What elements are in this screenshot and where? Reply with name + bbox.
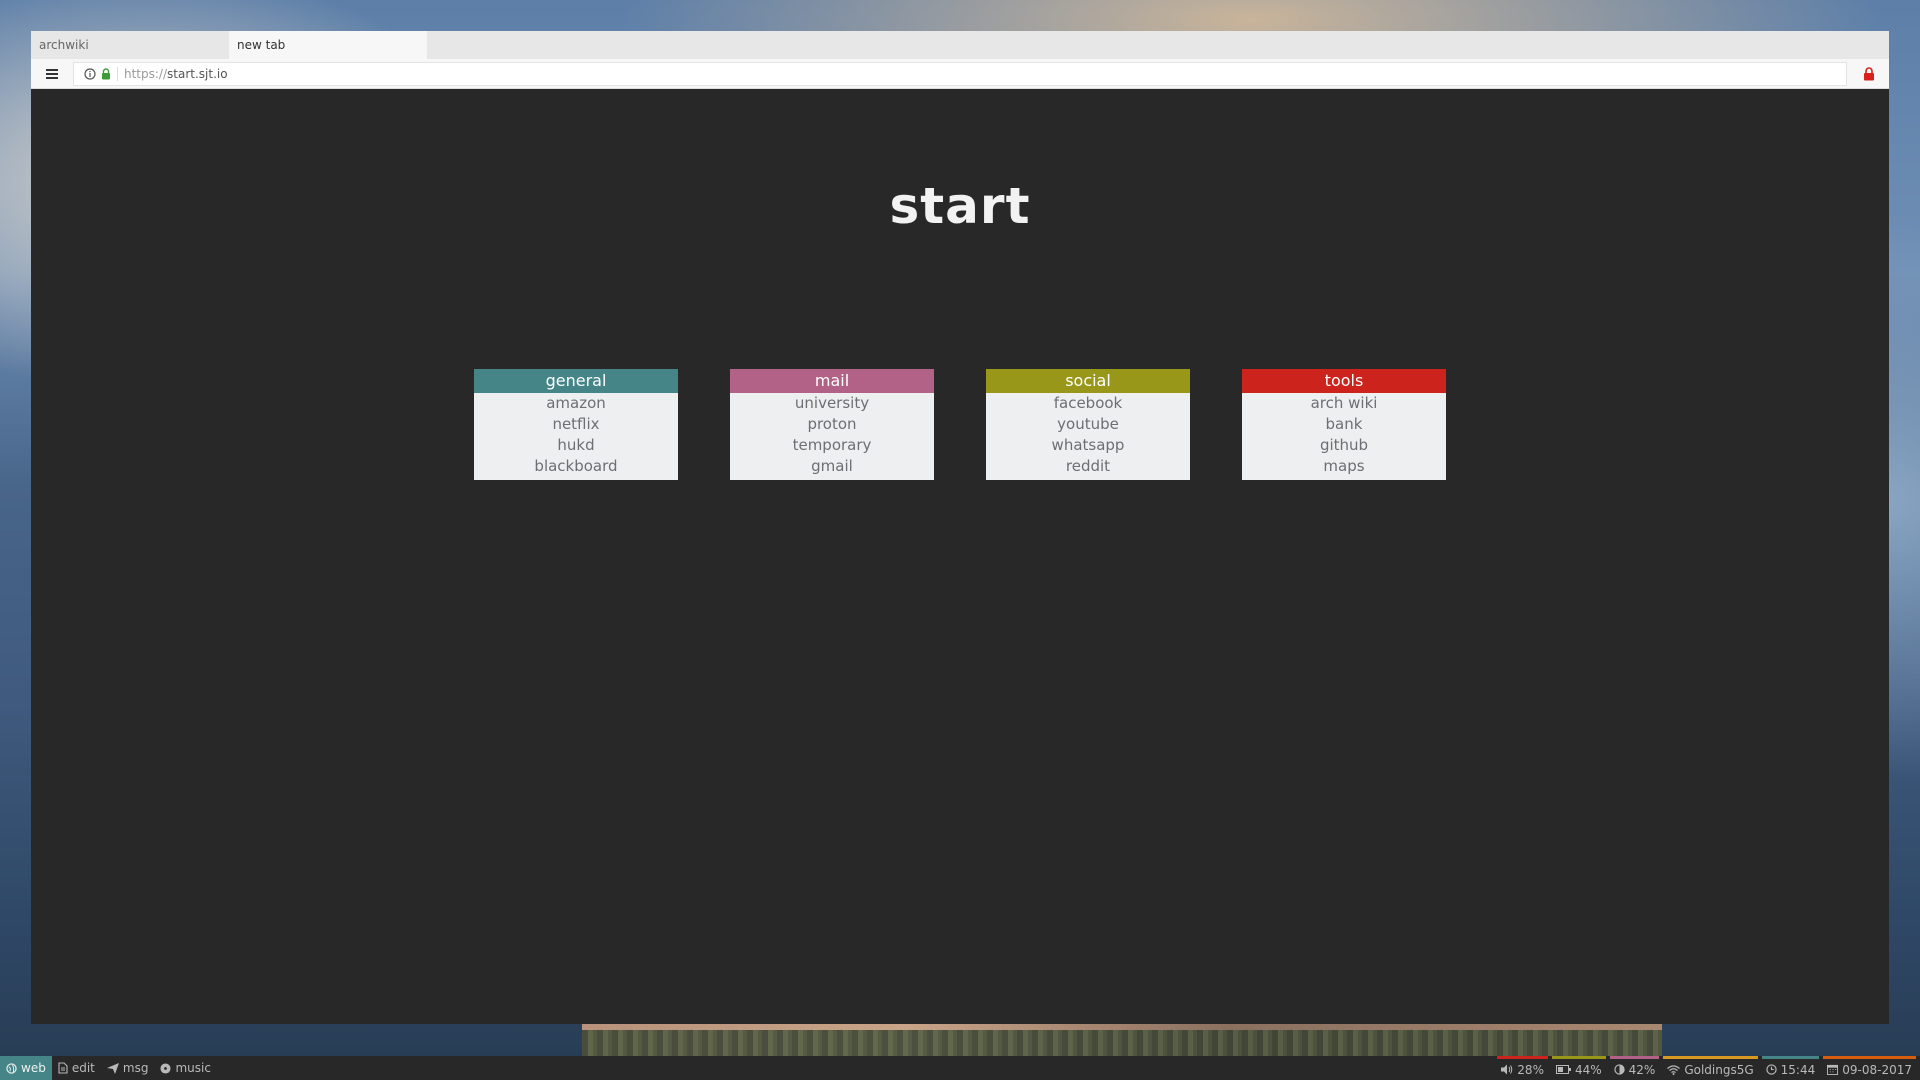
secure-lock-icon — [101, 67, 111, 80]
link-bank[interactable]: bank — [1242, 414, 1446, 435]
group-links: university proton temporary gmail — [730, 393, 934, 480]
send-icon — [106, 1062, 119, 1074]
battery-status[interactable]: 44% — [1551, 1056, 1606, 1080]
link-youtube[interactable]: youtube — [986, 414, 1190, 435]
brightness-icon — [1613, 1064, 1625, 1075]
url-domain: start.sjt.io — [167, 66, 228, 81]
tab-new-tab[interactable]: new tab — [229, 31, 427, 59]
group-header: social — [986, 369, 1190, 393]
group-header: tools — [1242, 369, 1446, 393]
link-whatsapp[interactable]: whatsapp — [986, 435, 1190, 456]
file-icon — [58, 1062, 68, 1074]
group-links: amazon netflix hukd blackboard — [474, 393, 678, 480]
wifi-icon — [1667, 1064, 1681, 1075]
date-status[interactable]: 09-08-2017 — [1823, 1056, 1916, 1080]
group-social: social facebook youtube whatsapp reddit — [986, 369, 1190, 480]
link-maps[interactable]: maps — [1242, 456, 1446, 477]
globe-icon — [6, 1062, 17, 1074]
workspace-label: music — [175, 1061, 211, 1075]
clock-value: 15:44 — [1780, 1062, 1816, 1077]
disc-icon — [160, 1062, 171, 1074]
workspace-web[interactable]: web — [0, 1056, 52, 1080]
volume-icon — [1501, 1064, 1513, 1075]
link-hukd[interactable]: hukd — [474, 435, 678, 456]
page-title: start — [889, 177, 1031, 235]
group-tools: tools arch wiki bank github maps — [1242, 369, 1446, 480]
calendar-icon — [1827, 1064, 1839, 1075]
hamburger-menu-icon[interactable] — [31, 59, 73, 89]
wifi-status[interactable]: Goldings5G — [1663, 1056, 1758, 1080]
workspace-label: web — [21, 1061, 46, 1075]
workspace-label: edit — [71, 1061, 95, 1075]
tab-bar: archwiki new tab — [31, 31, 1889, 59]
info-icon[interactable] — [84, 67, 96, 80]
page-content: start general amazon netflix hukd blackb… — [31, 89, 1889, 1024]
taskbar: web edit msg music 28% 44% 42% Goldings5… — [0, 1056, 1920, 1080]
red-lock-icon[interactable] — [1857, 66, 1881, 81]
link-university[interactable]: university — [730, 393, 934, 414]
status-area: 28% 44% 42% Goldings5G 15:44 09-08-2017 — [1493, 1056, 1920, 1080]
tab-label: archwiki — [39, 38, 89, 52]
link-gmail[interactable]: gmail — [730, 456, 934, 477]
group-mail: mail university proton temporary gmail — [730, 369, 934, 480]
link-temporary[interactable]: temporary — [730, 435, 934, 456]
tab-archwiki[interactable]: archwiki — [31, 31, 229, 59]
volume-value: 28% — [1517, 1062, 1544, 1077]
url-scheme: https:// — [124, 66, 168, 81]
browser-window: archwiki new tab https://start.sjt.io st… — [31, 31, 1889, 1024]
link-arch-wiki[interactable]: arch wiki — [1242, 393, 1446, 414]
link-blackboard[interactable]: blackboard — [474, 456, 678, 477]
group-header: mail — [730, 369, 934, 393]
battery-icon — [1555, 1065, 1571, 1074]
date-value: 09-08-2017 — [1842, 1062, 1912, 1077]
brightness-status[interactable]: 42% — [1609, 1056, 1660, 1080]
link-amazon[interactable]: amazon — [474, 393, 678, 414]
workspace-edit[interactable]: edit — [52, 1056, 101, 1080]
link-netflix[interactable]: netflix — [474, 414, 678, 435]
link-facebook[interactable]: facebook — [986, 393, 1190, 414]
tab-label: new tab — [237, 38, 286, 52]
group-links: arch wiki bank github maps — [1242, 393, 1446, 480]
brightness-value: 42% — [1628, 1062, 1656, 1077]
group-links: facebook youtube whatsapp reddit — [986, 393, 1190, 480]
address-bar[interactable]: https://start.sjt.io — [73, 61, 1847, 86]
group-general: general amazon netflix hukd blackboard — [474, 369, 678, 480]
link-proton[interactable]: proton — [730, 414, 934, 435]
wallpaper-trees — [582, 1030, 1662, 1056]
workspace-list: web edit msg music — [0, 1056, 217, 1080]
url-text[interactable]: https://start.sjt.io — [117, 66, 228, 81]
workspace-music[interactable]: music — [154, 1056, 216, 1080]
volume-status[interactable]: 28% — [1497, 1056, 1548, 1080]
clock-icon — [1765, 1064, 1777, 1075]
workspace-msg[interactable]: msg — [101, 1056, 155, 1080]
workspace-label: msg — [122, 1061, 149, 1075]
battery-value: 44% — [1574, 1062, 1602, 1077]
link-github[interactable]: github — [1242, 435, 1446, 456]
clock-status[interactable]: 15:44 — [1761, 1056, 1820, 1080]
group-header: general — [474, 369, 678, 393]
navigation-bar: https://start.sjt.io — [31, 59, 1889, 89]
wifi-ssid: Goldings5G — [1684, 1062, 1754, 1077]
link-reddit[interactable]: reddit — [986, 456, 1190, 477]
link-groups: general amazon netflix hukd blackboard m… — [474, 369, 1446, 480]
